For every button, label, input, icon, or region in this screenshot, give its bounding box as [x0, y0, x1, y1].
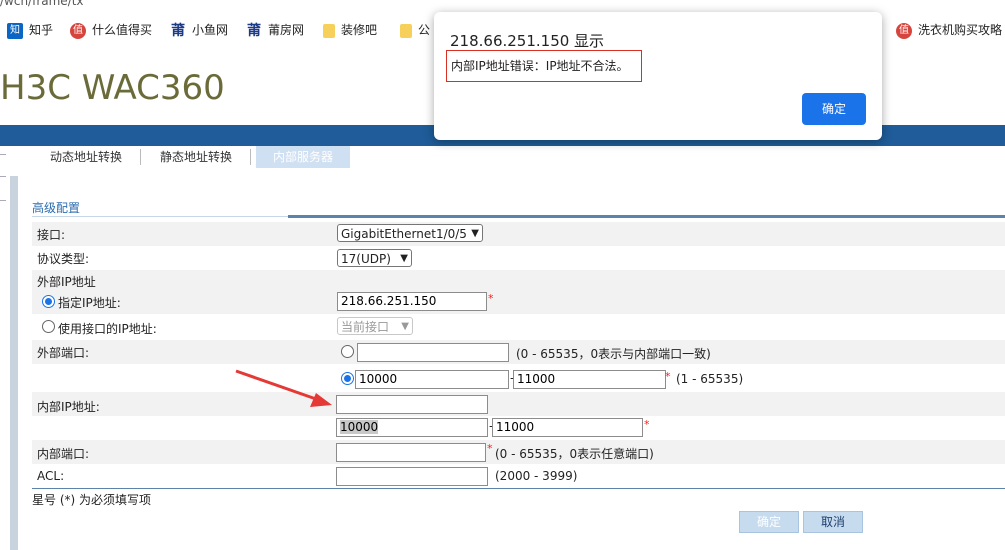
current-interface-select[interactable]: 当前接口 ▼	[337, 317, 413, 335]
required-mark: *	[644, 418, 650, 431]
external-port-range-radio[interactable]	[341, 372, 354, 385]
divider	[32, 488, 1005, 489]
external-port-end-input[interactable]: 11000	[513, 370, 666, 389]
required-mark: *	[488, 292, 494, 305]
required-mark: *	[487, 442, 493, 455]
chevron-down-icon: ▼	[400, 253, 408, 264]
divider	[0, 200, 6, 201]
required-note: 星号 (*) 为必须填写项	[32, 493, 151, 507]
form-row-use-interface-ip: 使用接口的IP地址: 当前接口 ▼	[32, 314, 1005, 338]
form-row-protocol: 协议类型: 17(UDP) ▼	[32, 246, 1005, 270]
tab-dynamic-nat[interactable]: 动态地址转换	[36, 146, 136, 168]
address-bar-fragment[interactable]: /wcn/frame/tx	[0, 0, 1005, 10]
internal-port-label: 内部端口:	[37, 447, 90, 461]
protocol-label: 协议类型:	[37, 252, 90, 266]
divider	[0, 176, 6, 177]
folder-icon	[400, 23, 412, 38]
bookmark-xiaoyu[interactable]: 莆小鱼网	[170, 21, 228, 39]
bookmark-zhihu[interactable]: 知知乎	[7, 21, 53, 39]
pufang-icon: 莆	[246, 22, 262, 39]
specify-ip-radio[interactable]	[42, 295, 55, 308]
form-row-interface: 接口: GigabitEthernet1/0/5 ▼	[32, 222, 1005, 246]
bookmark-zhuangxiu[interactable]: 装修吧	[323, 21, 377, 39]
dialog-ok-button[interactable]: 确定	[802, 93, 866, 125]
submit-button[interactable]: 确定	[739, 511, 799, 533]
alert-dialog: 218.66.251.150 显示 内部IP地址错误：IP地址不合法。 确定	[434, 12, 882, 140]
chevron-down-icon: ▼	[471, 228, 479, 239]
selected-text: 10000	[340, 420, 379, 434]
folder-icon	[323, 23, 335, 38]
specify-ip-label: 指定IP地址:	[58, 296, 121, 310]
chevron-down-icon: ▼	[401, 321, 409, 332]
form-row-internal-port: 内部端口: * (0 - 65535，0表示任意端口)	[32, 440, 1005, 464]
url-text: /wcn/frame/tx	[0, 0, 84, 8]
bookmark-washer[interactable]: 值洗衣机购买攻略	[896, 21, 1002, 39]
tab-internal-server[interactable]: 内部服务器	[256, 146, 350, 168]
acl-input[interactable]	[336, 467, 488, 486]
form-row-external-port: 外部端口: (0 - 65535，0表示与内部端口一致)	[32, 340, 1005, 364]
zhihu-icon: 知	[7, 22, 23, 39]
acl-hint: (2000 - 3999)	[495, 469, 578, 483]
form-row-external-port-range: 10000 - 11000 * (1 - 65535)	[32, 366, 1005, 390]
section-title: 高级配置	[32, 201, 81, 215]
external-port-hint: (0 - 65535，0表示与内部端口一致)	[516, 347, 711, 361]
form-row-internal-ip-range: 10000 - 11000 *	[32, 416, 1005, 440]
scrollbar-track[interactable]	[10, 176, 18, 550]
bookmark-smzdm[interactable]: 值什么值得买	[70, 21, 152, 39]
external-port-single-radio[interactable]	[341, 345, 354, 358]
divider	[288, 215, 1005, 218]
form-row-acl: ACL: (2000 - 3999)	[32, 464, 1005, 488]
annotation-arrow-icon	[235, 369, 332, 407]
internal-port-end-input[interactable]: 11000	[492, 418, 643, 437]
protocol-select[interactable]: 17(UDP) ▼	[337, 249, 412, 267]
form-row-specify-ip: 指定IP地址: 218.66.251.150 *	[32, 290, 1005, 314]
divider	[32, 216, 288, 217]
external-port-start-input[interactable]: 10000	[355, 370, 509, 389]
tab-separator	[250, 149, 251, 165]
tab-static-nat[interactable]: 静态地址转换	[146, 146, 246, 168]
external-port-input[interactable]	[357, 343, 509, 362]
external-ip-group-label: 外部IP地址	[37, 275, 96, 289]
internal-ip-input[interactable]	[336, 395, 488, 414]
external-ip-input[interactable]: 218.66.251.150	[337, 292, 487, 311]
external-port-label: 外部端口:	[37, 346, 90, 360]
required-mark: *	[665, 370, 671, 383]
internal-port-start-input[interactable]: 10000	[336, 418, 488, 437]
cancel-button[interactable]: 取消	[803, 511, 863, 533]
left-frame-strip	[0, 146, 30, 550]
internal-port-hint: (0 - 65535，0表示任意端口)	[495, 447, 654, 461]
dialog-message: 内部IP地址错误：IP地址不合法。	[446, 50, 642, 82]
product-title: H3C WAC360	[0, 68, 225, 108]
external-port-range-hint: (1 - 65535)	[676, 372, 744, 386]
dialog-title: 218.66.251.150 显示	[450, 32, 605, 50]
smzdm-icon: 值	[70, 22, 86, 39]
interface-label: 接口:	[37, 228, 66, 242]
bookmark-pufang[interactable]: 莆莆房网	[246, 21, 304, 39]
interface-select[interactable]: GigabitEthernet1/0/5 ▼	[337, 224, 483, 242]
form-row-external-ip-group: 外部IP地址	[32, 270, 1005, 290]
smzdm-icon: 值	[896, 22, 912, 39]
use-interface-ip-radio[interactable]	[42, 320, 55, 333]
divider	[0, 154, 6, 155]
use-interface-ip-label: 使用接口的IP地址:	[58, 322, 157, 336]
tab-separator	[140, 149, 141, 165]
internal-port-input[interactable]	[336, 443, 486, 462]
form-row-internal-ip: 内部IP地址:	[32, 392, 1005, 416]
xiaoyu-icon: 莆	[170, 22, 186, 39]
internal-ip-label: 内部IP地址:	[37, 400, 100, 414]
acl-label: ACL:	[37, 469, 65, 483]
bookmark-gong[interactable]: 公	[400, 21, 430, 39]
